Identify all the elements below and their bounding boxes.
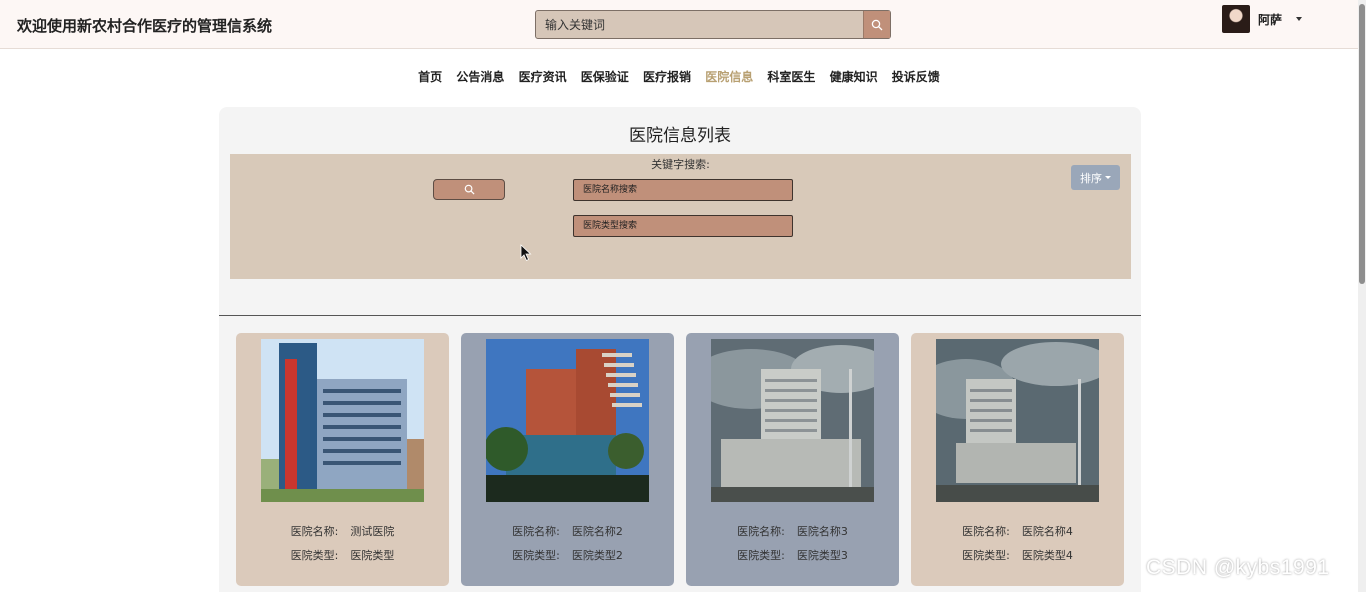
hospital-name-row: 医院名称: 医院名称4 xyxy=(962,525,1073,538)
hospital-image[interactable] xyxy=(936,339,1099,502)
nav-item-insurance-verify[interactable]: 医保验证 xyxy=(581,68,629,85)
chevron-down-icon xyxy=(1105,176,1111,179)
header-search-button[interactable] xyxy=(863,11,890,38)
hospital-type: 医院类型2 xyxy=(571,549,623,562)
chevron-down-icon[interactable] xyxy=(1296,17,1303,21)
mouse-cursor-icon xyxy=(520,244,532,262)
hospital-type: 医院类型 xyxy=(350,549,395,562)
hospital-name: 医院名称2 xyxy=(571,525,623,538)
filter-search-button[interactable] xyxy=(433,179,505,200)
scrollbar-thumb[interactable] xyxy=(1359,4,1365,284)
nav-item-announcements[interactable]: 公告消息 xyxy=(456,68,504,85)
nav-item-reimbursement[interactable]: 医疗报销 xyxy=(643,68,691,85)
hospital-image[interactable] xyxy=(261,339,424,502)
hospital-type: 医院类型3 xyxy=(796,549,848,562)
header-search-input[interactable] xyxy=(536,11,864,38)
hospital-image[interactable] xyxy=(486,339,649,502)
hospital-image[interactable] xyxy=(711,339,874,502)
hospital-type-search-input[interactable] xyxy=(573,215,793,237)
nav-item-medical-news[interactable]: 医疗资讯 xyxy=(519,68,567,85)
avatar[interactable] xyxy=(1222,5,1250,33)
hospital-name: 医院名称3 xyxy=(796,525,848,538)
keyword-search-label: 关键字搜索: xyxy=(651,158,710,171)
hospital-card-grid: 医院名称: 测试医院 医院类型: 医院类型 医院名称: 医院名称2 医院类型: … xyxy=(236,333,1124,592)
page-title: 医院信息列表 xyxy=(629,126,731,146)
nav-item-department-doctors[interactable]: 科室医生 xyxy=(767,68,815,85)
sort-button[interactable]: 排序 xyxy=(1071,165,1120,190)
page-scrollbar[interactable] xyxy=(1358,0,1366,592)
hospital-card[interactable]: 医院名称: 医院名称3 医院类型: 医院类型3 xyxy=(686,333,899,586)
hospital-card[interactable]: 医院名称: 医院名称2 医院类型: 医院类型2 xyxy=(461,333,674,586)
top-header: 欢迎使用新农村合作医疗的管理信系统 阿萨 xyxy=(0,0,1358,49)
sort-button-label: 排序 xyxy=(1080,171,1102,185)
hospital-type: 医院类型4 xyxy=(1021,549,1073,562)
search-icon xyxy=(464,184,475,195)
filter-area: 关键字搜索: 排序 xyxy=(230,154,1131,279)
hospital-name: 测试医院 xyxy=(350,525,395,538)
header-search-box xyxy=(535,10,891,39)
nav-item-complaints[interactable]: 投诉反馈 xyxy=(892,68,940,85)
hospital-name-row: 医院名称: 测试医院 xyxy=(290,525,395,538)
hospital-name-row: 医院名称: 医院名称3 xyxy=(737,525,848,538)
hospital-type-row: 医院类型: 医院类型4 xyxy=(962,549,1073,562)
nav-item-home[interactable]: 首页 xyxy=(418,68,442,85)
hospital-card[interactable]: 医院名称: 测试医院 医院类型: 医院类型 xyxy=(236,333,449,586)
hospital-name-search-input[interactable] xyxy=(573,179,793,201)
hospital-name: 医院名称4 xyxy=(1021,525,1073,538)
user-menu[interactable]: 阿萨 xyxy=(1222,5,1303,33)
hospital-type-row: 医院类型: 医院类型 xyxy=(290,549,395,562)
hospital-list-panel: 医院信息列表 关键字搜索: 排序 xyxy=(219,107,1141,592)
search-icon xyxy=(871,19,883,30)
hospital-type-row: 医院类型: 医院类型3 xyxy=(737,549,848,562)
hospital-type-row: 医院类型: 医院类型2 xyxy=(512,549,623,562)
main-nav: 首页 公告消息 医疗资讯 医保验证 医疗报销 医院信息 科室医生 健康知识 投诉… xyxy=(0,68,1358,85)
watermark: CSDN @kybs1991 xyxy=(1146,556,1330,579)
hospital-name-row: 医院名称: 医院名称2 xyxy=(512,525,623,538)
nav-item-hospital-info[interactable]: 医院信息 xyxy=(705,68,753,85)
hospital-card[interactable]: 医院名称: 医院名称4 医院类型: 医院类型4 xyxy=(911,333,1124,586)
user-name[interactable]: 阿萨 xyxy=(1258,11,1282,28)
section-divider xyxy=(219,315,1141,316)
nav-item-health-knowledge[interactable]: 健康知识 xyxy=(830,68,878,85)
site-title: 欢迎使用新农村合作医疗的管理信系统 xyxy=(17,17,273,35)
